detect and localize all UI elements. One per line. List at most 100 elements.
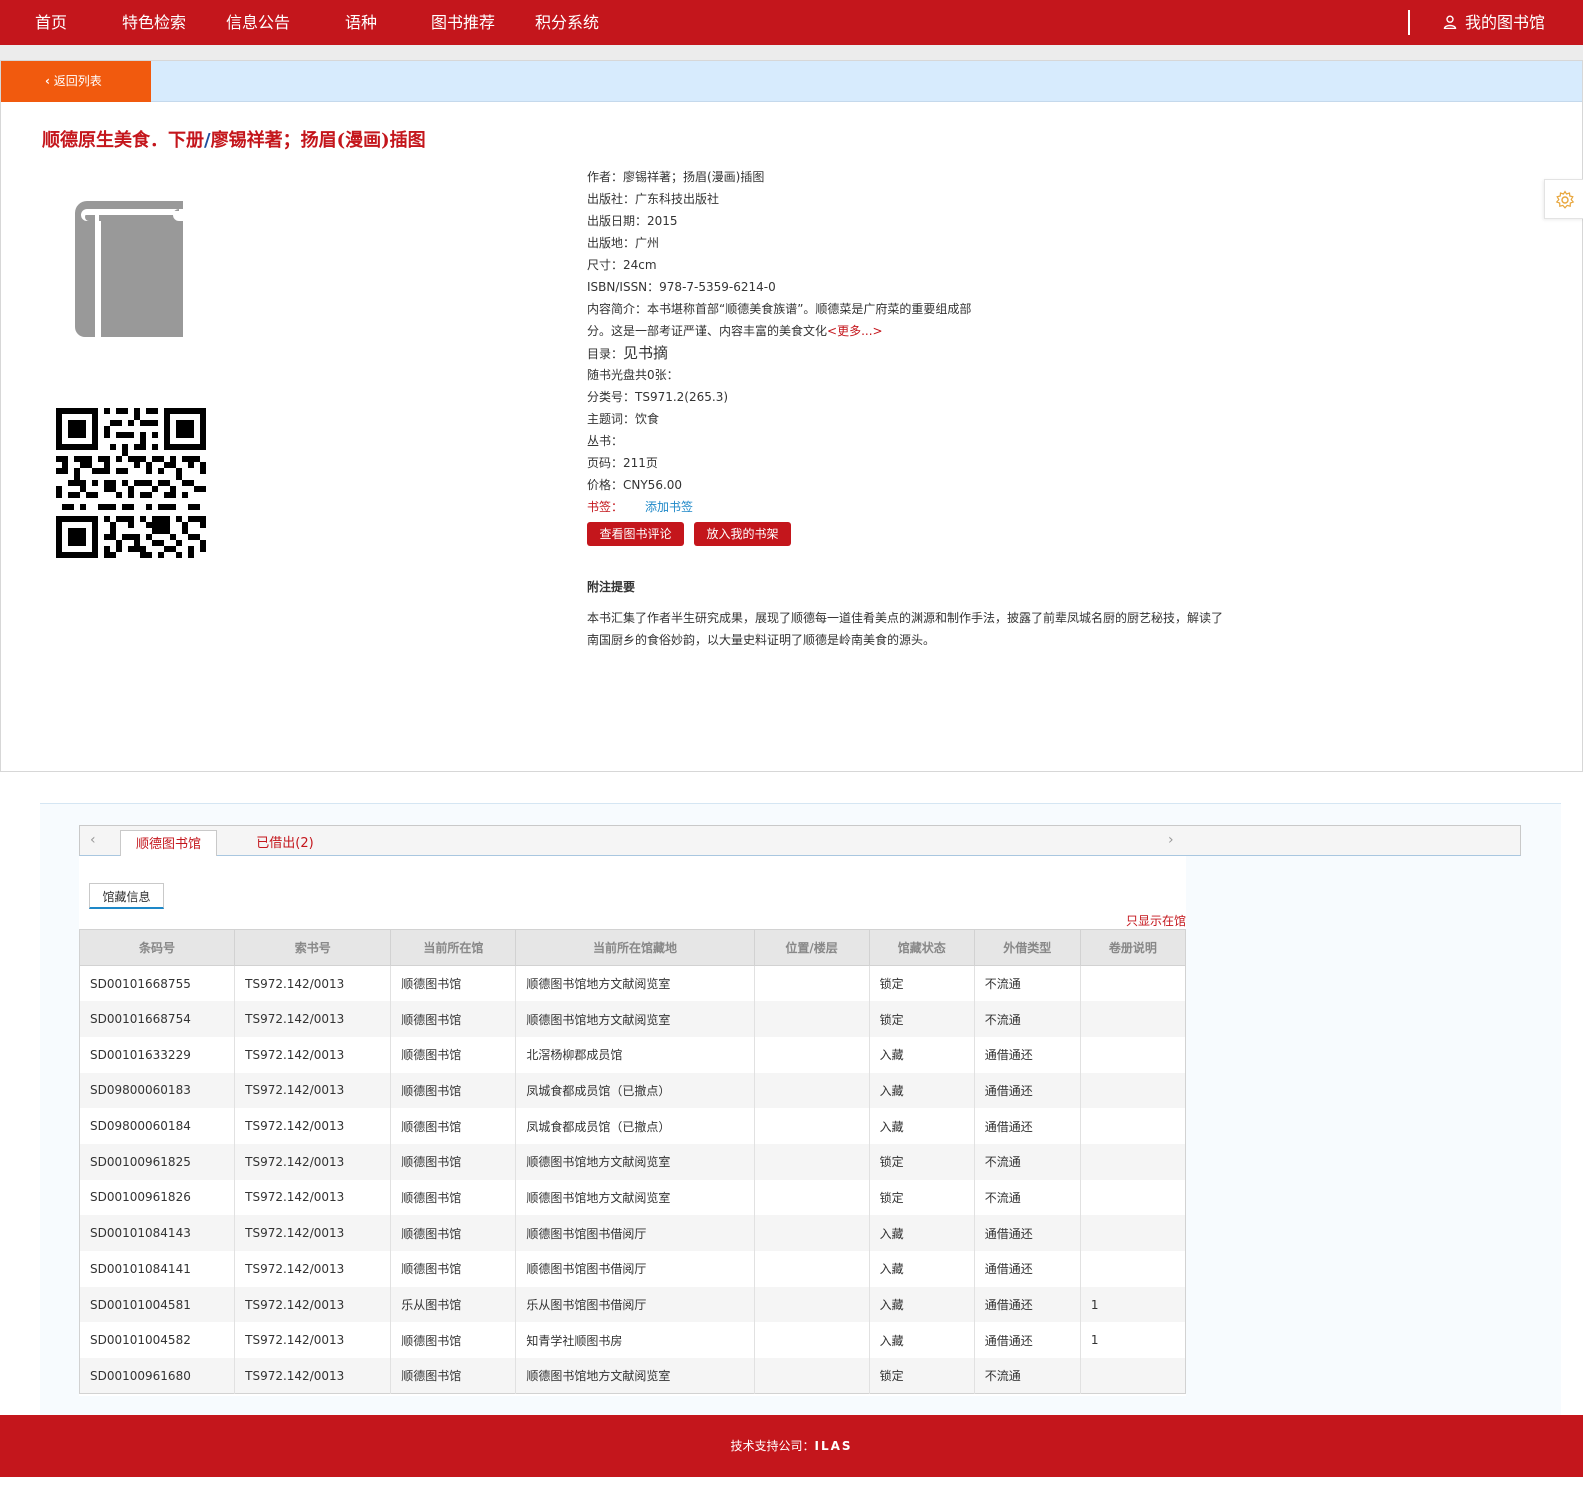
table-cell: 通借通还 bbox=[974, 1108, 1081, 1144]
table-cell: 不流通 bbox=[974, 1001, 1081, 1037]
book-detail-panel: ‹ 返回列表 顺德原生美食．下册/廖锡祥著；扬眉(漫画)插图 作者：廖锡祥著；扬… bbox=[0, 60, 1583, 772]
my-library-label: 我的图书馆 bbox=[1465, 13, 1546, 32]
nav-book-recommend[interactable]: 图书推荐 bbox=[431, 0, 495, 45]
table-cell: 入藏 bbox=[869, 1215, 975, 1251]
table-cell: TS972.142/0013 bbox=[234, 1108, 392, 1144]
book-cover-icon bbox=[75, 201, 183, 337]
tab-checked-out[interactable]: 已借出(2) bbox=[240, 830, 330, 857]
table-cell: 1 bbox=[1080, 1322, 1187, 1359]
chevron-right-icon[interactable]: › bbox=[1168, 832, 1174, 848]
nav-announcements[interactable]: 信息公告 bbox=[226, 0, 290, 45]
table-row: SD00101668755 TS972.142/0013 顺德图书馆 顺德图书馆地方文… bbox=[79, 965, 1187, 1002]
bookmark-label: 书签： bbox=[587, 500, 624, 514]
tab-holdings-info[interactable]: 馆藏信息 bbox=[89, 883, 164, 909]
table-cell: TS972.142/0013 bbox=[234, 1179, 392, 1216]
table-cell: SD00101668754 bbox=[79, 1001, 236, 1037]
my-library-link[interactable]: 我的图书馆 bbox=[1443, 0, 1545, 45]
table-cell: 顺德图书馆 bbox=[390, 1143, 517, 1180]
add-bookmark-link[interactable]: 添加书签 bbox=[645, 500, 693, 514]
tab-shunde-library[interactable]: 顺德图书馆 bbox=[120, 830, 217, 857]
chevron-left-icon: ‹ bbox=[45, 74, 50, 88]
table-cell: 入藏 bbox=[869, 1036, 975, 1073]
meta-size: 尺寸：24cm bbox=[587, 258, 657, 272]
table-cell: 顺德图书馆 bbox=[390, 1215, 517, 1251]
table-cell: 北滘杨柳郡成员馆 bbox=[515, 1036, 755, 1073]
meta-publisher: 出版社：广东科技出版社 bbox=[587, 192, 720, 206]
footer-brand: ILAS bbox=[814, 1439, 853, 1453]
meta-toc: 目录：见书摘 bbox=[587, 342, 1227, 364]
holdings-section: ‹ 顺德图书馆 已借出(2) › 馆藏信息 只显示在馆 条码号 索书号 当前所在… bbox=[40, 803, 1561, 1415]
table-cell: 入藏 bbox=[869, 1286, 975, 1323]
table-cell bbox=[754, 1108, 870, 1144]
qr-code bbox=[56, 408, 206, 558]
nav-special-search[interactable]: 特色检索 bbox=[122, 0, 186, 45]
table-cell: SD00101084141 bbox=[79, 1251, 236, 1287]
meta-summary-text: 分。这是一部考证严谨、内容丰富的美食文化 bbox=[587, 324, 828, 338]
book-title-author: 廖锡祥著；扬眉(漫画)插图 bbox=[210, 130, 426, 151]
meta-subject: 主题词：饮食 bbox=[587, 412, 660, 426]
nav-points[interactable]: 积分系统 bbox=[535, 0, 599, 45]
table-cell: 不流通 bbox=[974, 1143, 1081, 1180]
nav-language[interactable]: 语种 bbox=[345, 0, 377, 45]
table-cell: TS972.142/0013 bbox=[234, 1215, 392, 1251]
settings-float-button[interactable] bbox=[1544, 179, 1583, 219]
table-cell bbox=[754, 1179, 870, 1216]
table-cell: TS972.142/0013 bbox=[234, 965, 392, 1002]
table-cell bbox=[754, 1072, 870, 1109]
table-cell bbox=[1080, 1143, 1187, 1180]
table-cell: 通借通还 bbox=[974, 1072, 1081, 1109]
table-cell: 通借通还 bbox=[974, 1251, 1081, 1287]
table-cell: 顺德图书馆地方文献阅览室 bbox=[515, 1358, 755, 1394]
table-cell: 入藏 bbox=[869, 1322, 975, 1359]
summary-more-link[interactable]: <更多...> bbox=[827, 324, 883, 338]
table-row: SD09800060184 TS972.142/0013 顺德图书馆 凤城食都成员馆（… bbox=[79, 1108, 1187, 1144]
table-cell: TS972.142/0013 bbox=[234, 1143, 392, 1180]
chevron-left-icon[interactable]: ‹ bbox=[90, 832, 96, 848]
table-cell bbox=[754, 1322, 870, 1359]
table-row: SD00101633229 TS972.142/0013 顺德图书馆 北滘杨柳郡成员馆… bbox=[79, 1036, 1187, 1073]
meta-class-no: 分类号：TS971.2(265.3) bbox=[587, 390, 729, 404]
table-cell bbox=[754, 1143, 870, 1180]
table-row: SD00101084141 TS972.142/0013 顺德图书馆 顺德图书馆图书借… bbox=[79, 1251, 1187, 1287]
holdings-table: 条码号 索书号 当前所在馆 当前所在馆藏地 位置/楼层 馆藏状态 外借类型 卷册… bbox=[79, 929, 1187, 1395]
table-cell: SD00101668755 bbox=[79, 965, 236, 1002]
table-header-row: 条码号 索书号 当前所在馆 当前所在馆藏地 位置/楼层 馆藏状态 外借类型 卷册… bbox=[79, 929, 1187, 966]
only-show-available-link[interactable]: 只显示在馆 bbox=[1126, 912, 1186, 929]
table-cell: SD09800060183 bbox=[79, 1072, 236, 1109]
table-cell bbox=[754, 1251, 870, 1287]
col-loan-type: 外借类型 bbox=[974, 929, 1081, 966]
view-reviews-button[interactable]: 查看图书评论 bbox=[587, 522, 684, 546]
table-cell bbox=[754, 1036, 870, 1073]
table-cell: 顺德图书馆图书借阅厅 bbox=[515, 1251, 755, 1287]
book-metadata: 作者：廖锡祥著；扬眉(漫画)插图 出版社：广东科技出版社 出版日期：2015 出… bbox=[587, 166, 1227, 518]
table-cell: 通借通还 bbox=[974, 1036, 1081, 1073]
holdings-tabbar: ‹ 顺德图书馆 已借出(2) › bbox=[79, 825, 1521, 857]
table-cell: 知青学社顺图书房 bbox=[515, 1322, 755, 1359]
table-cell: SD00101004581 bbox=[79, 1286, 236, 1323]
table-cell: SD00101084143 bbox=[79, 1215, 236, 1251]
back-to-list-button[interactable]: ‹ 返回列表 bbox=[1, 61, 151, 102]
table-cell bbox=[1080, 1251, 1187, 1287]
meta-pages: 页码：211页 bbox=[587, 456, 658, 470]
table-row: SD00101668754 TS972.142/0013 顺德图书馆 顺德图书馆地方文… bbox=[79, 1001, 1187, 1037]
col-current-library: 当前所在馆 bbox=[390, 929, 517, 966]
table-row: SD00100961680 TS972.142/0013 顺德图书馆 顺德图书馆地方文… bbox=[79, 1358, 1187, 1394]
table-cell: 顺德图书馆地方文献阅览室 bbox=[515, 1001, 755, 1037]
table-cell: 顺德图书馆 bbox=[390, 1179, 517, 1216]
table-row: SD00101084143 TS972.142/0013 顺德图书馆 顺德图书馆图书借… bbox=[79, 1215, 1187, 1251]
table-cell bbox=[754, 1286, 870, 1323]
table-cell bbox=[1080, 1001, 1187, 1037]
table-cell: 乐从图书馆图书借阅厅 bbox=[515, 1286, 755, 1323]
col-floor: 位置/楼层 bbox=[754, 929, 870, 966]
meta-price: 价格：CNY56.00 bbox=[587, 478, 683, 492]
table-cell: 锁定 bbox=[869, 965, 975, 1002]
table-cell: 通借通还 bbox=[974, 1322, 1081, 1359]
table-cell: TS972.142/0013 bbox=[234, 1358, 392, 1394]
meta-bookmark: 书签： 添加书签 bbox=[587, 496, 1227, 518]
meta-disc: 随书光盘共0张： bbox=[587, 368, 679, 382]
meta-toc-value: 见书摘 bbox=[623, 344, 669, 362]
table-cell: 锁定 bbox=[869, 1143, 975, 1180]
nav-home[interactable]: 首页 bbox=[35, 0, 67, 45]
footer: 技术支持公司：ILAS bbox=[0, 1415, 1583, 1477]
add-to-shelf-button[interactable]: 放入我的书架 bbox=[694, 522, 791, 546]
